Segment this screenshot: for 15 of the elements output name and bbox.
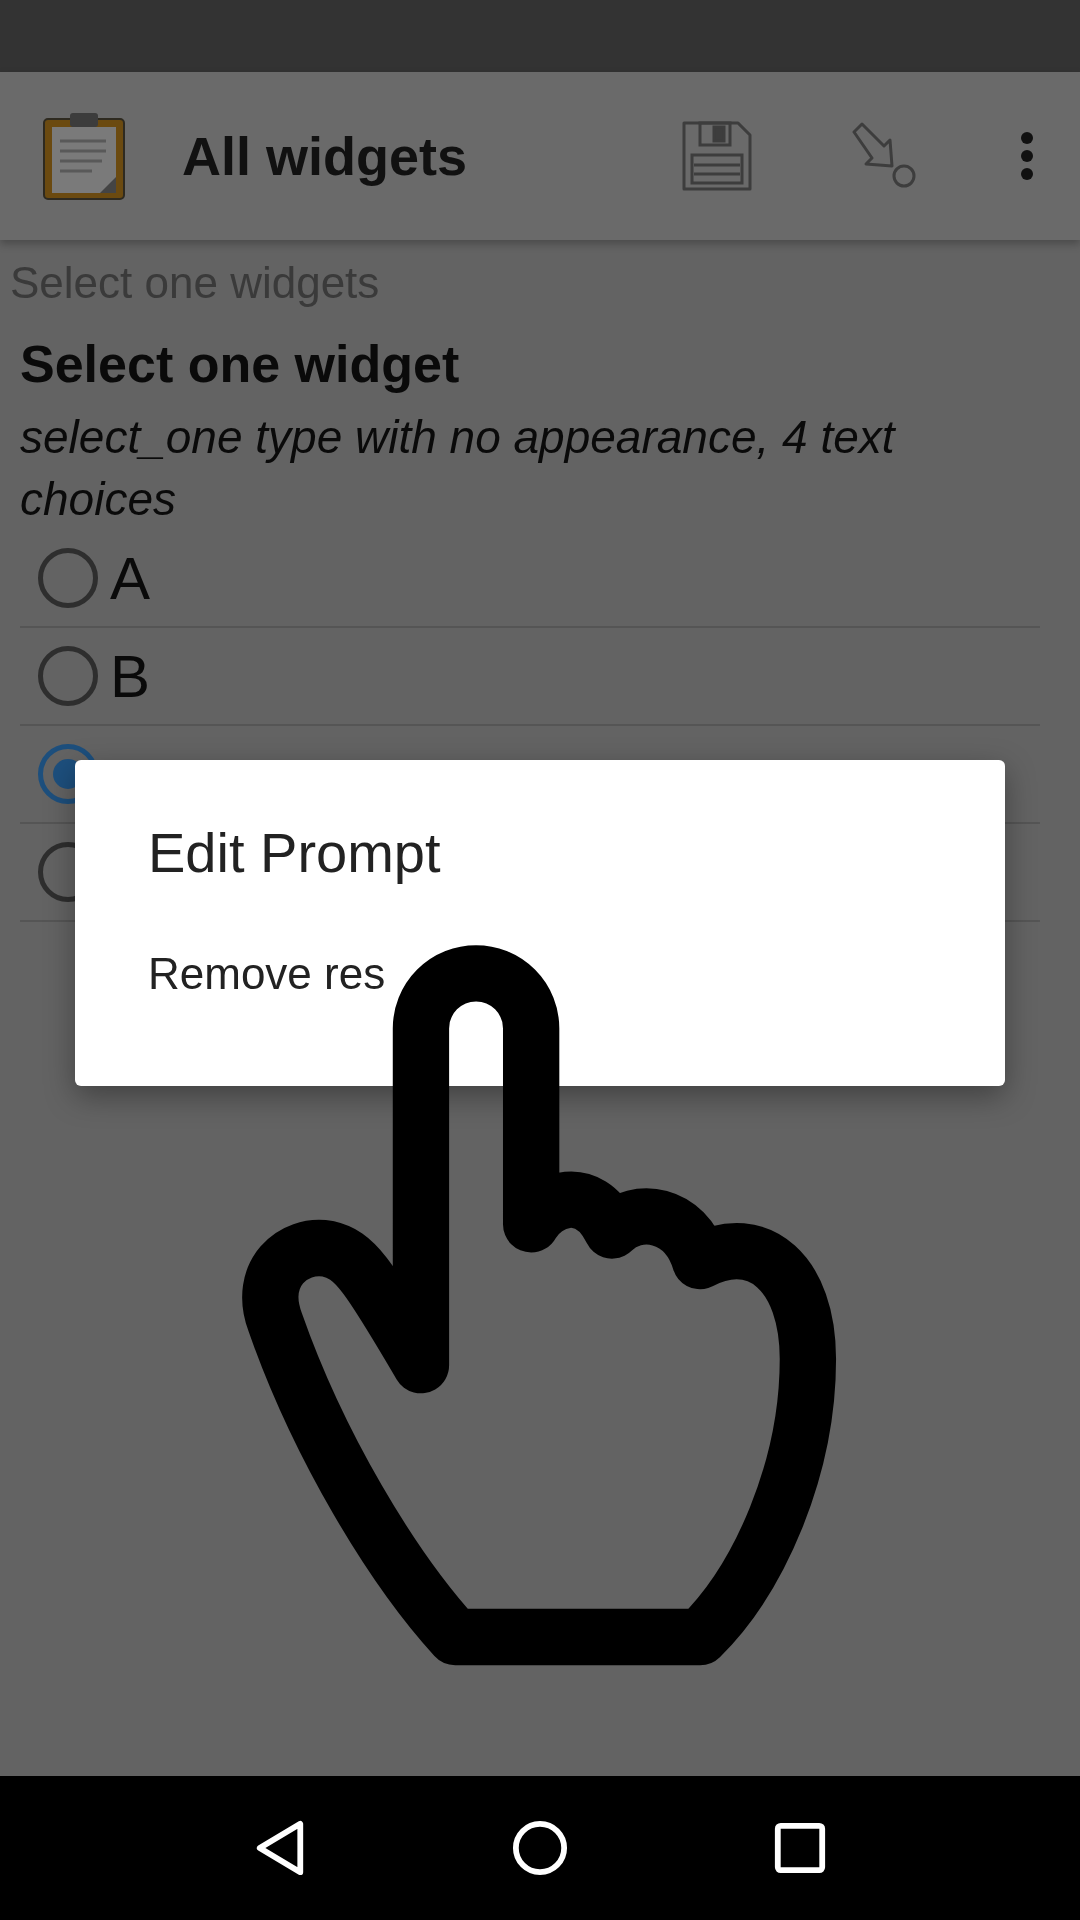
home-icon[interactable] <box>512 1820 568 1876</box>
question-hint: select_one type with no appearance, 4 text choices <box>20 410 897 527</box>
overflow-menu-icon[interactable] <box>1020 131 1034 181</box>
menu-item[interactable]: Remove res <box>148 949 386 999</box>
question-label: Select one widget <box>20 334 461 394</box>
radio-button[interactable] <box>38 646 98 706</box>
app-title: All widgets <box>182 125 468 187</box>
arrow-icon[interactable] <box>850 122 918 190</box>
choice-label: A <box>110 543 151 613</box>
choice-label: B <box>110 641 151 711</box>
save-icon[interactable] <box>680 119 754 193</box>
dialog-title: Edit Prompt <box>148 820 442 885</box>
radio-button[interactable] <box>38 548 98 608</box>
clipboard-icon <box>42 111 126 201</box>
recents-icon[interactable] <box>772 1820 828 1876</box>
